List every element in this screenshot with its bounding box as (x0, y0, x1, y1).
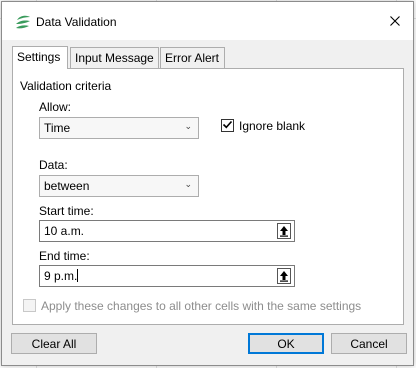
ok-label: OK (277, 336, 295, 351)
tab-error-alert[interactable]: Error Alert (160, 47, 225, 68)
start-time-value: 10 a.m. (44, 224, 85, 238)
allow-value: Time (44, 121, 71, 135)
apply-all-checkbox[interactable] (23, 299, 36, 312)
title-bar: Data Validation (2, 2, 413, 40)
spreadsheet-logo-icon (15, 14, 31, 30)
chevron-down-icon: ⌄ (184, 179, 192, 189)
tab-error-alert-label: Error Alert (165, 51, 220, 65)
data-value: between (44, 179, 90, 193)
settings-panel: Validation criteria Allow: Time ⌄ Ignore… (12, 68, 404, 325)
end-time-value: 9 p.m. (44, 269, 78, 283)
start-time-input[interactable]: 10 a.m. (39, 220, 295, 242)
clear-all-label: Clear All (31, 336, 77, 351)
tab-settings-label: Settings (17, 50, 61, 64)
clear-all-button[interactable]: Clear All (11, 333, 97, 354)
chevron-down-icon: ⌄ (184, 121, 192, 131)
range-select-icon[interactable] (277, 223, 291, 239)
close-button[interactable] (383, 10, 407, 34)
end-time-input[interactable]: 9 p.m. (39, 265, 295, 287)
close-icon (390, 15, 400, 29)
checkmark-icon (222, 119, 233, 133)
validation-criteria-heading: Validation criteria (20, 79, 112, 93)
dialog-title: Data Validation (36, 15, 117, 29)
range-select-icon[interactable] (277, 268, 291, 284)
data-select[interactable]: between ⌄ (39, 175, 199, 197)
ignore-blank-checkbox[interactable] (221, 119, 234, 132)
data-validation-dialog: Data Validation Settings Input Message E… (1, 1, 414, 366)
tab-settings[interactable]: Settings (12, 46, 68, 69)
allow-select[interactable]: Time ⌄ (39, 117, 199, 139)
tab-input-message[interactable]: Input Message (70, 47, 159, 68)
cancel-button[interactable]: Cancel (331, 333, 407, 354)
tab-input-message-label: Input Message (75, 51, 154, 65)
allow-label: Allow: (39, 100, 72, 114)
end-time-label: End time: (39, 249, 90, 263)
text-cursor (77, 269, 79, 282)
ok-button[interactable]: OK (248, 333, 324, 354)
ignore-blank-label: Ignore blank (239, 119, 306, 133)
start-time-label: Start time: (39, 204, 94, 218)
apply-all-label: Apply these changes to all other cells w… (41, 299, 362, 313)
data-label: Data: (39, 158, 68, 172)
cancel-label: Cancel (350, 336, 388, 351)
